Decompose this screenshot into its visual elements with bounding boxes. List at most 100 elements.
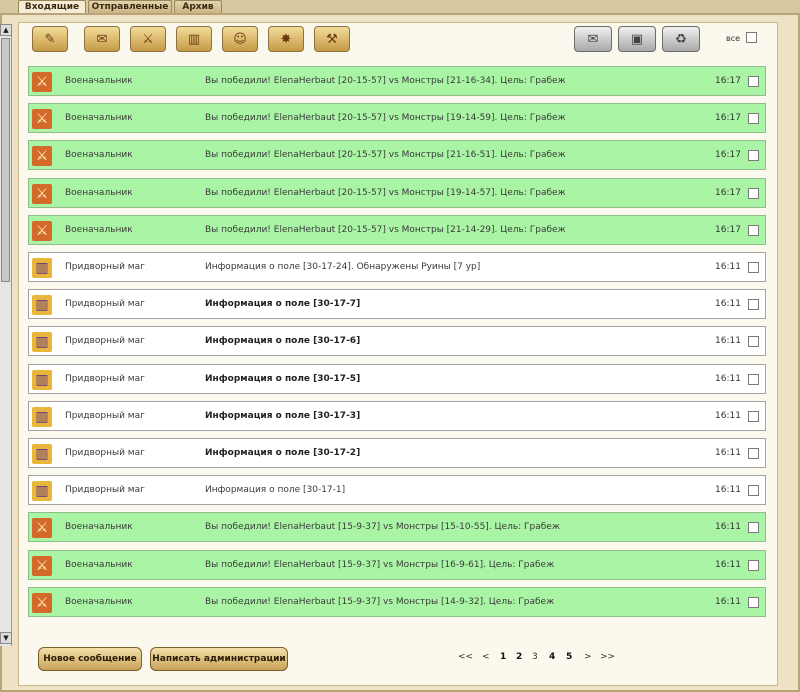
message-subject[interactable]: Информация о поле [30-17-6]: [205, 336, 360, 346]
book-icon: ▥: [32, 370, 52, 390]
message-subject[interactable]: Информация о поле [30-17-1]: [205, 485, 345, 495]
message-checkbox[interactable]: [748, 522, 759, 533]
pager-next-link[interactable]: >: [584, 652, 592, 662]
message-time: 16:17: [715, 225, 741, 235]
message-checkbox[interactable]: [748, 225, 759, 236]
sword-icon[interactable]: ⚔: [130, 26, 166, 52]
scroll-down-button[interactable]: ▼: [0, 632, 12, 644]
pager-page-1[interactable]: 1: [500, 652, 506, 662]
message-subject[interactable]: Вы победили! ElenaHerbaut [15-9-37] vs М…: [205, 522, 560, 532]
worker-icon[interactable]: ⚒: [314, 26, 350, 52]
message-checkbox[interactable]: [748, 560, 759, 571]
select-all-label: все: [726, 34, 741, 43]
select-all-checkbox[interactable]: [746, 32, 757, 43]
report-icon[interactable]: ✉: [84, 26, 120, 52]
people-icon[interactable]: ☺: [222, 26, 258, 52]
book-icon: ▥: [32, 295, 52, 315]
vertical-scrollbar[interactable]: ▲ ▼: [0, 24, 12, 646]
message-sender: Придворный маг: [65, 299, 145, 309]
tab-inbox[interactable]: Входящие: [18, 0, 86, 14]
message-row[interactable]: ⚔ Военачальник Вы победили! ElenaHerbaut […: [28, 103, 766, 133]
message-checkbox[interactable]: [748, 597, 759, 608]
message-row[interactable]: ⚔ Военачальник Вы победили! ElenaHerbaut […: [28, 215, 766, 245]
message-subject[interactable]: Информация о поле [30-17-24]. Обнаружены…: [205, 262, 480, 272]
tab-bar: Входящие Отправленные Архив: [0, 0, 800, 14]
message-sender: Придворный маг: [65, 485, 145, 495]
message-checkbox[interactable]: [748, 299, 759, 310]
message-sender: Военачальник: [65, 522, 133, 532]
message-row[interactable]: ▥ Придворный маг Информация о поле [30-17-…: [28, 401, 766, 431]
message-time: 16:17: [715, 188, 741, 198]
message-time: 16:11: [715, 299, 741, 309]
new-message-button[interactable]: Новое сообщение: [38, 647, 142, 671]
envelope-icon[interactable]: ✉: [574, 26, 612, 52]
message-row[interactable]: ▥ Придворный маг Информация о поле [30-17-…: [28, 364, 766, 394]
message-row[interactable]: ⚔ Военачальник Вы победили! ElenaHerbaut […: [28, 140, 766, 170]
book-icon[interactable]: ▥: [176, 26, 212, 52]
message-subject[interactable]: Информация о поле [30-17-7]: [205, 299, 360, 309]
message-row[interactable]: ▥ Придворный маг Информация о поле [30-17-…: [28, 438, 766, 468]
message-row[interactable]: ▥ Придворный маг Информация о поле [30-17-…: [28, 326, 766, 356]
message-row[interactable]: ▥ Придворный маг Информация о поле [30-17-…: [28, 252, 766, 282]
message-subject[interactable]: Информация о поле [30-17-2]: [205, 448, 360, 458]
message-subject[interactable]: Вы победили! ElenaHerbaut [20-15-57] vs …: [205, 113, 566, 123]
message-time: 16:17: [715, 113, 741, 123]
message-checkbox[interactable]: [748, 336, 759, 347]
message-row[interactable]: ▥ Придворный маг Информация о поле [30-17-…: [28, 289, 766, 319]
message-checkbox[interactable]: [748, 150, 759, 161]
message-sender: Военачальник: [65, 113, 133, 123]
scroll-up-button[interactable]: ▲: [0, 24, 12, 36]
explosion-icon[interactable]: ✸: [268, 26, 304, 52]
pager-page-4[interactable]: 4: [549, 652, 555, 662]
message-row[interactable]: ⚔ Военачальник Вы победили! ElenaHerbaut […: [28, 66, 766, 96]
sword-icon: ⚔: [32, 72, 52, 92]
pager-page-2[interactable]: 2: [516, 652, 522, 662]
message-time: 16:11: [715, 522, 741, 532]
scroll-icon[interactable]: ✎: [32, 26, 68, 52]
message-subject[interactable]: Вы победили! ElenaHerbaut [15-9-37] vs М…: [205, 560, 554, 570]
tab-archive[interactable]: Архив: [174, 0, 222, 13]
message-row[interactable]: ⚔ Военачальник Вы победили! ElenaHerbaut […: [28, 550, 766, 580]
message-checkbox[interactable]: [748, 448, 759, 459]
book-icon: ▥: [32, 258, 52, 278]
message-subject[interactable]: Вы победили! ElenaHerbaut [15-9-37] vs М…: [205, 597, 554, 607]
pager-first-link[interactable]: <<: [458, 652, 473, 662]
sword-icon: ⚔: [32, 593, 52, 613]
tab-sent[interactable]: Отправленные: [88, 0, 172, 13]
book-icon: ▥: [32, 407, 52, 427]
message-sender: Придворный маг: [65, 374, 145, 384]
pager-page-3[interactable]: 3: [532, 652, 538, 662]
message-checkbox[interactable]: [748, 188, 759, 199]
message-checkbox[interactable]: [748, 76, 759, 87]
message-checkbox[interactable]: [748, 374, 759, 385]
message-subject[interactable]: Вы победили! ElenaHerbaut [20-15-57] vs …: [205, 188, 566, 198]
message-time: 16:17: [715, 150, 741, 160]
book-icon: ▥: [32, 332, 52, 352]
message-checkbox[interactable]: [748, 485, 759, 496]
write-admin-button[interactable]: Написать администрации: [150, 647, 288, 671]
pager-prev-link[interactable]: <: [482, 652, 490, 662]
message-subject[interactable]: Информация о поле [30-17-3]: [205, 411, 360, 421]
save-icon[interactable]: ▣: [618, 26, 656, 52]
pager-page-5[interactable]: 5: [566, 652, 572, 662]
sword-icon: ⚔: [32, 109, 52, 129]
message-time: 16:11: [715, 560, 741, 570]
message-row[interactable]: ⚔ Военачальник Вы победили! ElenaHerbaut […: [28, 178, 766, 208]
message-subject[interactable]: Информация о поле [30-17-5]: [205, 374, 360, 384]
sword-icon: ⚔: [32, 146, 52, 166]
message-checkbox[interactable]: [748, 113, 759, 124]
message-sender: Военачальник: [65, 560, 133, 570]
message-row[interactable]: ⚔ Военачальник Вы победили! ElenaHerbaut […: [28, 512, 766, 542]
sword-icon: ⚔: [32, 184, 52, 204]
message-subject[interactable]: Вы победили! ElenaHerbaut [20-15-57] vs …: [205, 150, 566, 160]
message-subject[interactable]: Вы победили! ElenaHerbaut [20-15-57] vs …: [205, 76, 566, 86]
message-row[interactable]: ⚔ Военачальник Вы победили! ElenaHerbaut […: [28, 587, 766, 617]
message-checkbox[interactable]: [748, 411, 759, 422]
scroll-thumb[interactable]: [1, 38, 10, 282]
message-subject[interactable]: Вы победили! ElenaHerbaut [20-15-57] vs …: [205, 225, 566, 235]
pager-last-link[interactable]: >>: [600, 652, 615, 662]
trash-icon[interactable]: ♻: [662, 26, 700, 52]
message-checkbox[interactable]: [748, 262, 759, 273]
message-row[interactable]: ▥ Придворный маг Информация о поле [30-17-…: [28, 475, 766, 505]
book-icon: ▥: [32, 481, 52, 501]
